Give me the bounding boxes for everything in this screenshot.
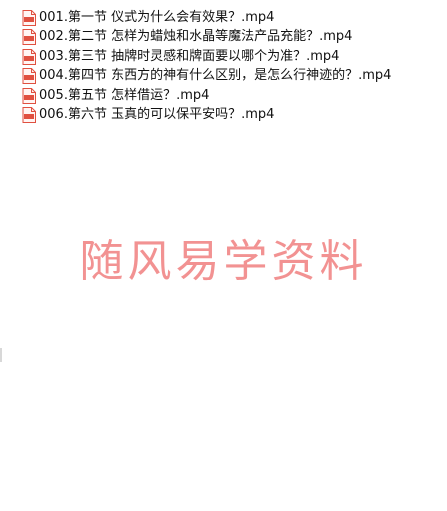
video-file-icon <box>22 48 36 65</box>
file-item[interactable]: 006.第六节 玉真的可以保平安吗？.mp4 <box>22 106 391 126</box>
file-name: 003.第三节 抽牌时灵感和牌面要以哪个为准？.mp4 <box>39 48 340 64</box>
file-list: 001.第一节 仪式为什么会有效果？.mp4 002.第二节 怎样为蜡烛和水晶等… <box>22 8 391 125</box>
file-name: 002.第二节 怎样为蜡烛和水晶等魔法产品充能？.mp4 <box>39 29 353 45</box>
file-item[interactable]: 001.第一节 仪式为什么会有效果？.mp4 <box>22 8 391 28</box>
file-item[interactable]: 005.第五节 怎样借运？.mp4 <box>22 86 391 106</box>
watermark-text: 随风易学资料 <box>79 236 368 287</box>
file-name: 001.第一节 仪式为什么会有效果？.mp4 <box>39 9 275 25</box>
file-item[interactable]: 002.第二节 怎样为蜡烛和水晶等魔法产品充能？.mp4 <box>22 28 391 48</box>
video-file-icon <box>22 29 36 46</box>
left-edge-marker <box>0 348 2 362</box>
video-file-icon <box>22 68 36 85</box>
video-file-icon <box>22 9 36 26</box>
file-name: 006.第六节 玉真的可以保平安吗？.mp4 <box>39 107 275 123</box>
file-name: 004.第四节 东西方的神有什么区别，是怎么行神迹的？.mp4 <box>39 68 392 84</box>
file-item[interactable]: 004.第四节 东西方的神有什么区别，是怎么行神迹的？.mp4 <box>22 67 391 87</box>
video-file-icon <box>22 107 36 124</box>
file-name: 005.第五节 怎样借运？.mp4 <box>39 87 210 103</box>
video-file-icon <box>22 87 36 104</box>
file-item[interactable]: 003.第三节 抽牌时灵感和牌面要以哪个为准？.mp4 <box>22 47 391 67</box>
